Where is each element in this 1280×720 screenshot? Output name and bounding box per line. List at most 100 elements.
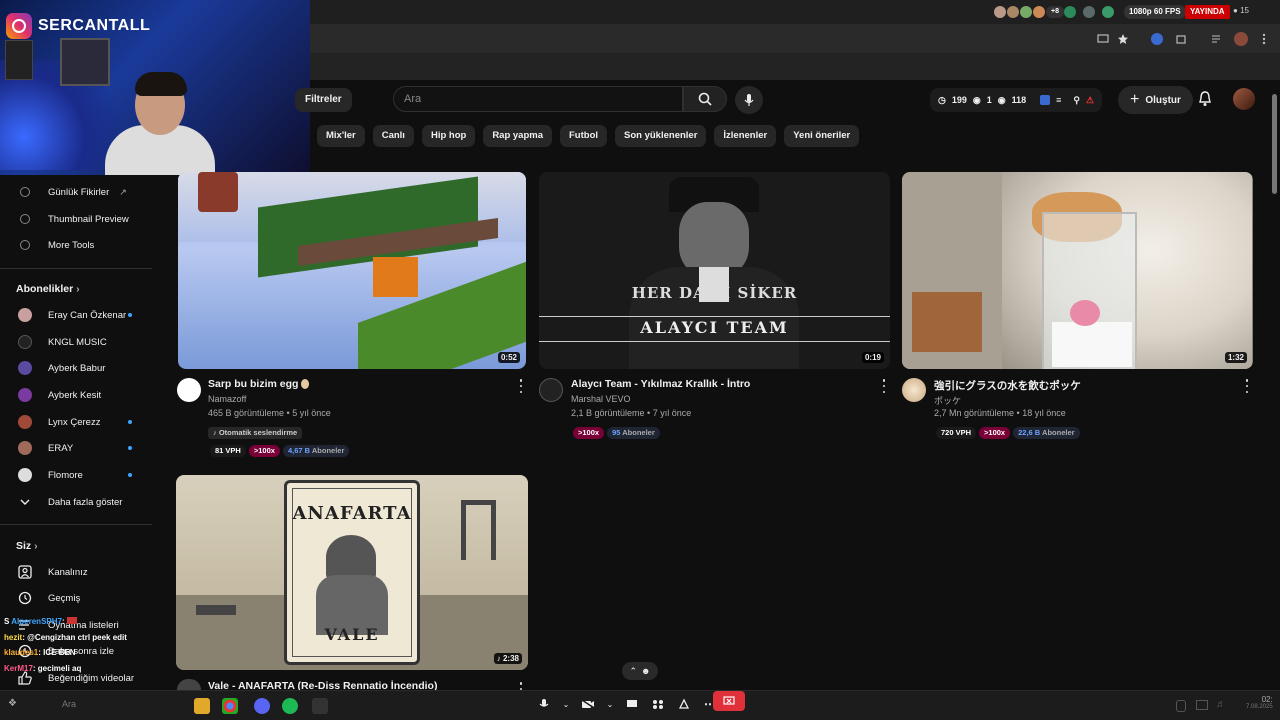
video-title[interactable]: Sarp bu bizim egg [208,378,310,390]
stats-widget[interactable]: ◷ 199 ◉ 1 ◉ 118 ≡ ⚲ ⚠ [930,88,1103,112]
video-meta: 2,7 Mn görüntüleme • 18 yıl önce [934,408,1066,418]
vph-badge: 81 VPH [210,445,246,457]
chat-user: KerM17 [4,663,33,673]
share-screen-icon[interactable] [624,696,640,712]
chrome-icon[interactable] [222,698,238,714]
chevron-down-icon[interactable]: ⌄ [562,696,570,712]
taskbar-clock: 02: 7.08.2025 [1246,695,1273,710]
profile-avatar[interactable] [1234,32,1248,46]
chevron-down-icon[interactable]: ⌄ [606,696,614,712]
extension-icon [17,184,33,200]
filters-button[interactable]: Filtreler [295,88,352,112]
chip-hip-hop[interactable]: Hip hop [421,125,476,147]
channel-avatar[interactable] [177,679,201,690]
sidebar-sub-eray[interactable]: ERAY [0,435,160,461]
page-scrollbar[interactable] [1270,84,1278,684]
microphone-icon[interactable] [536,696,552,712]
search-input[interactable]: Ara [393,86,683,112]
alert-icon[interactable]: ⚠ [1086,95,1094,106]
more-actions-icon[interactable] [881,379,887,393]
trophy-icon[interactable]: ⚲ [1073,95,1080,106]
sidebar-sub-lynx-cerezz[interactable]: Lynx Çerezz [0,409,160,435]
reactions-icon[interactable] [676,696,692,712]
sidebar-item-label: Ayberk Kesit [48,389,102,401]
spotify-icon[interactable] [282,698,298,714]
windows-icon[interactable]: ❖ [8,698,24,714]
more-actions-icon[interactable] [1244,379,1250,393]
chip-new-to-you[interactable]: Yeni öneriler [784,125,860,147]
participants-icon[interactable] [650,696,666,712]
video-duration: ♪ 2:38 [493,653,522,664]
sidebar-item-history[interactable]: Geçmiş [0,585,160,611]
install-app-icon[interactable] [1097,33,1109,45]
sidebar-item-label: Geçmiş [48,592,81,604]
search-button[interactable] [683,86,727,112]
more-actions-icon[interactable] [518,682,524,690]
video-meta: 465 B görüntüleme • 5 yıl önce [208,408,331,418]
extension-icon[interactable] [1151,33,1163,45]
video-title[interactable]: Vale - ANAFARTA (Re-Diss Rennatio İncend… [208,680,437,690]
voice-search-button[interactable] [735,86,763,114]
app-icon[interactable] [312,698,328,714]
filter-chip-bar: Mix'ler Canlı Hip hop Rap yapma Futbol S… [317,125,860,147]
list-icon[interactable]: ≡ [1056,95,1061,105]
chip-recently-uploaded[interactable]: Son yüklenenler [615,125,707,147]
chip-watched[interactable]: İzlenenler [714,125,777,147]
video-thumbnail[interactable]: ANAFARTA VALE ♪ 2:38 [176,475,528,670]
flag-icon [66,617,77,624]
sidebar-tool-more-tools[interactable]: More Tools [0,232,160,258]
chip-football[interactable]: Futbol [560,125,608,147]
discord-icon[interactable] [254,698,270,714]
mic-tray-icon[interactable] [1176,700,1186,712]
viewer-avatar-icon [1007,6,1019,18]
camera-off-icon[interactable] [580,696,596,712]
bookmark-star-icon[interactable] [1117,33,1129,45]
extensions-puzzle-icon[interactable] [1175,33,1187,45]
viewer-avatar-icon [1033,6,1045,18]
chip-mixes[interactable]: Mix'ler [317,125,365,147]
video-title[interactable]: Alaycı Team - Yıkılmaz Krallık - İntro [571,378,750,390]
sidebar-tool-thumbnail-preview[interactable]: Thumbnail Preview [0,206,160,232]
you-heading[interactable]: Siz › [16,540,38,552]
extension-icon[interactable] [1040,95,1051,105]
sidebar-divider [0,524,152,525]
subscriptions-heading[interactable]: Abonelikler › [16,283,80,295]
chip-rap[interactable]: Rap yapma [483,125,552,147]
video-thumbnail[interactable]: HER DAİM SİKER ALAYCI TEAM 0:19 [539,172,890,369]
share-tray-toggle[interactable]: ⌃ ☻ [622,662,658,680]
video-channel[interactable]: ポッケ [934,394,961,407]
video-channel[interactable]: Namazoff [208,394,246,404]
sidebar-sub-eray-can-ozkenar[interactable]: Eray Can Özkenar [0,302,160,328]
taskbar-search[interactable]: Ara [62,699,76,709]
browser-menu-icon[interactable] [1261,33,1267,45]
chat-message: hezit: @Cengizhan ctrl peek edit [4,630,154,646]
more-actions-icon[interactable] [518,379,524,393]
sidebar-sub-flomore[interactable]: Flomore [0,462,160,488]
chip-live[interactable]: Canlı [372,125,414,147]
sidebar-sub-kngl-music[interactable]: KNGL MUSIC [0,329,160,355]
sidebar-divider [0,268,152,269]
sidebar-tool-daily-ideas[interactable]: Günlük Fikirler ↗ [0,179,160,205]
sidebar-item-label: Daha fazla göster [48,496,123,508]
sidebar-sub-ayberk-kesit[interactable]: Ayberk Kesit [0,382,160,408]
sidebar-show-more[interactable]: Daha fazla göster [0,489,160,515]
reading-list-icon[interactable] [1210,33,1222,45]
video-thumbnail[interactable]: 0:52 [178,172,526,369]
sidebar-item-your-channel[interactable]: Kanalınız [0,559,160,585]
end-call-button[interactable] [713,691,745,711]
channel-avatar[interactable] [539,378,563,402]
video-thumbnail[interactable]: 1:32 [902,172,1253,369]
account-avatar[interactable] [1233,88,1255,110]
file-explorer-icon[interactable] [194,698,210,714]
notifications-button[interactable] [1196,90,1214,108]
video-channel[interactable]: Marshal VEVO [571,394,631,404]
sidebar-sub-ayberk-babur[interactable]: Ayberk Babur [0,355,160,381]
volume-tray-icon[interactable]: ♬ [1216,699,1226,710]
channel-avatar[interactable] [177,378,201,402]
chevron-down-icon [17,494,33,510]
create-button[interactable]: + Oluştur [1118,86,1193,114]
display-tray-icon[interactable] [1196,700,1208,710]
channel-avatar[interactable] [902,378,926,402]
video-title[interactable]: 強引にグラスの水を飲むポッケ [934,378,1081,393]
channel-avatar [18,441,32,455]
